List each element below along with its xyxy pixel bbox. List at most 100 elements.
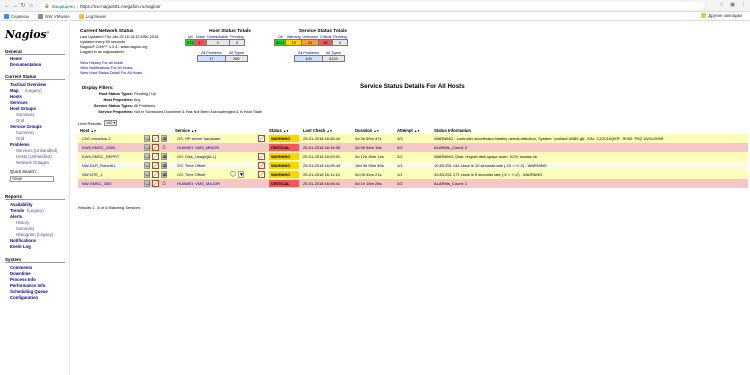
home-icon[interactable]: ⌂: [27, 2, 35, 10]
nav-problems-hosts[interactable]: Hosts (Unhandled): [16, 154, 52, 159]
svc-pending-count[interactable]: 0: [331, 39, 349, 46]
nav-alerts-histogram[interactable]: Histogram (Legacy): [16, 232, 54, 237]
nav-tactical-overview[interactable]: Tactical Overview: [10, 82, 46, 87]
host-link[interactable]: KW6-SMSC_REPRT: [82, 154, 119, 159]
nav-servicegroup-summary[interactable]: Summary: [16, 130, 34, 135]
warning-triangle-icon[interactable]: △: [161, 144, 167, 151]
sort-arrows-icon[interactable]: ▲▼: [191, 129, 197, 133]
graph-icon[interactable]: [258, 171, 265, 178]
document-icon[interactable]: ▤: [144, 144, 150, 151]
svc-warning-header[interactable]: Warning: [286, 35, 302, 40]
nav-map-legacy[interactable]: (Legacy): [25, 88, 42, 93]
status-map-icon[interactable]: ▦: [161, 153, 167, 160]
service-link[interactable]: HUAWEI: VMS_MAJOR: [177, 181, 220, 186]
sort-arrows-icon[interactable]: ▲▼: [90, 129, 96, 133]
graph-icon[interactable]: [152, 162, 159, 169]
menu-icon[interactable]: ⋮: [740, 2, 747, 9]
svc-critical-count[interactable]: 66: [318, 39, 333, 46]
back-icon[interactable]: ←: [3, 2, 11, 10]
document-icon[interactable]: ▤: [144, 162, 150, 169]
graph-icon[interactable]: [258, 162, 265, 169]
host-unreachable-count[interactable]: 0: [205, 39, 230, 46]
limit-select[interactable]: 100 ▾: [104, 120, 118, 126]
link-history-all[interactable]: View History For all hosts: [80, 61, 123, 65]
nav-trends-legacy[interactable]: (Legacy): [27, 208, 44, 213]
status-map-icon[interactable]: ▦: [161, 171, 167, 178]
nav-servicegroup-grid[interactable]: Grid: [16, 136, 24, 141]
nagios-logo[interactable]: Nagios®: [5, 28, 49, 41]
warning-triangle-icon[interactable]: △: [161, 180, 167, 187]
graph-icon[interactable]: [258, 135, 265, 142]
col-host-header[interactable]: Host ▲▼: [80, 128, 96, 133]
nav-alerts-summary[interactable]: Summary: [16, 226, 34, 231]
nav-network-outages[interactable]: Network Outages: [16, 160, 49, 165]
document-icon[interactable]: ▤: [144, 180, 150, 187]
svc-all-problems-count[interactable]: 109: [294, 55, 323, 62]
nav-host-groups[interactable]: Host Groups: [10, 106, 36, 111]
svc-pending-header[interactable]: Pending: [332, 35, 348, 40]
nav-service-groups[interactable]: Service Groups: [10, 124, 42, 129]
host-unreachable-header[interactable]: Unreachable: [206, 35, 229, 40]
host-all-types-count[interactable]: 590: [225, 55, 248, 62]
bookmark-vmware[interactable]: NW VMware: [38, 13, 70, 19]
col-service-header[interactable]: Service ▲▼: [175, 128, 197, 133]
nav-comments[interactable]: Comments: [10, 265, 32, 270]
nav-trends[interactable]: Trends: [10, 208, 24, 213]
svc-warning-count[interactable]: 19: [285, 39, 303, 46]
star-icon[interactable]: ☆: [718, 2, 725, 9]
nav-hostgroup-summary[interactable]: Summary: [16, 112, 34, 117]
nav-process-info[interactable]: Process Info: [10, 277, 36, 282]
bookmark-apps[interactable]: Сервисы: [4, 13, 29, 19]
nav-performance-info[interactable]: Performance Info: [10, 283, 45, 288]
col-attempt-header[interactable]: Attempt ▲▼: [397, 128, 420, 133]
nav-hosts[interactable]: Hosts: [10, 94, 22, 99]
status-map-icon[interactable]: ▦: [161, 135, 167, 142]
document-icon[interactable]: ▤: [144, 135, 150, 142]
nav-documentation[interactable]: Documentation: [10, 62, 41, 67]
host-all-problems-count[interactable]: 17: [197, 55, 226, 62]
graph-icon[interactable]: [258, 153, 265, 160]
svc-critical-header[interactable]: Critical: [319, 35, 332, 40]
col-last-check-header[interactable]: Last Check ▲▼: [303, 128, 333, 133]
host-down-count[interactable]: 17: [194, 39, 207, 46]
nav-services[interactable]: Services: [10, 100, 28, 105]
extension-icon[interactable]: ▣: [729, 2, 736, 9]
status-map-icon[interactable]: ▦: [161, 162, 167, 169]
graph-icon[interactable]: [152, 153, 159, 160]
col-duration-header[interactable]: Duration ▲▼: [355, 128, 379, 133]
host-down-header[interactable]: Down: [195, 35, 206, 40]
host-up-count[interactable]: 573: [184, 39, 196, 46]
svc-unknown-header[interactable]: Unknown: [302, 35, 319, 40]
service-link[interactable]: OS: HP server hardware: [177, 136, 221, 141]
svc-all-problems-header[interactable]: All Problems: [295, 51, 323, 56]
host-link[interactable]: NW-NTE_1: [82, 172, 102, 177]
host-link[interactable]: CN7-mrradius-1: [82, 136, 110, 141]
service-link[interactable]: OS: Time Offset: [177, 163, 205, 168]
host-pending-count[interactable]: 0: [228, 39, 246, 46]
nav-hostgroup-grid[interactable]: Grid: [16, 118, 24, 123]
host-pending-header[interactable]: Pending: [229, 35, 245, 40]
sort-arrows-icon[interactable]: ▲▼: [283, 129, 289, 133]
service-link[interactable]: HUAWEI: VMS_MINOR: [177, 145, 219, 150]
nav-configuration[interactable]: Configuration: [10, 295, 38, 300]
nav-alerts-history[interactable]: History: [16, 220, 29, 225]
sort-arrows-icon[interactable]: ▲▼: [327, 129, 333, 133]
link-notifications-all[interactable]: View Notifications For All Hosts: [80, 66, 132, 70]
svc-ok-count[interactable]: 8031: [273, 39, 287, 46]
document-icon[interactable]: ▤: [144, 171, 150, 178]
nav-home[interactable]: Home: [10, 56, 22, 61]
address-bar[interactable]: 🔒 Защищено | https://nw-nagios01.megafon…: [40, 2, 705, 10]
svc-all-types-count[interactable]: 8120: [322, 55, 345, 62]
forward-icon[interactable]: →: [11, 2, 19, 10]
nav-problems[interactable]: Problems: [10, 142, 30, 147]
nav-availability[interactable]: Availability: [10, 202, 33, 207]
nav-alerts[interactable]: Alerts: [10, 214, 22, 219]
nav-scheduling-queue[interactable]: Scheduling Queue: [10, 289, 48, 294]
sort-arrows-icon[interactable]: ▲▼: [414, 129, 420, 133]
service-link[interactable]: OS: Time Offset: [177, 172, 205, 177]
host-all-problems-header[interactable]: All Problems: [198, 51, 226, 56]
nav-downtime[interactable]: Downtime: [10, 271, 31, 276]
nav-map[interactable]: Map: [10, 88, 19, 93]
svc-unknown-count[interactable]: 24: [301, 39, 320, 46]
service-link[interactable]: OS: Disk_Usage[ALL]: [177, 154, 216, 159]
